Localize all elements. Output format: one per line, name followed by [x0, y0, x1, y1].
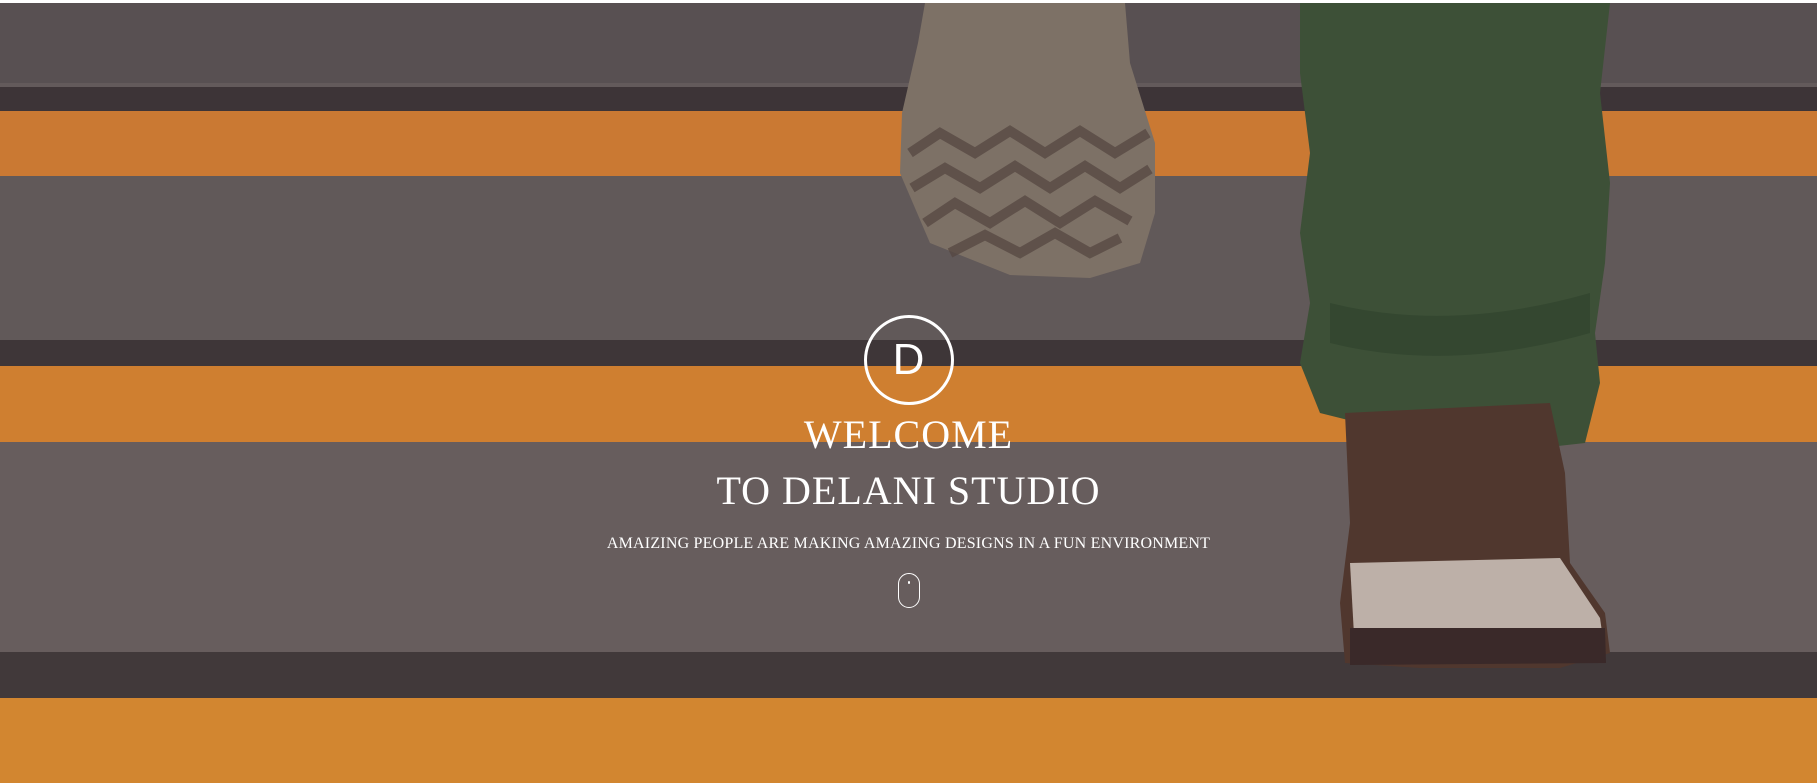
mouse-wheel-indicator — [907, 581, 910, 584]
logo-badge[interactable]: D — [863, 315, 954, 405]
hero-title-line2: TO DELANI STUDIO — [716, 468, 1101, 513]
mouse-scroll-icon[interactable] — [897, 573, 920, 608]
hero-content: D WELCOME TO DELANI STUDIO AMAIZING PEOP… — [0, 315, 1817, 608]
logo-letter: D — [892, 335, 925, 384]
hero-tagline: AMAIZING PEOPLE ARE MAKING AMAZING DESIG… — [606, 535, 1211, 552]
hero-title-line1: WELCOME — [803, 412, 1014, 457]
hero-section: D WELCOME TO DELANI STUDIO AMAIZING PEOP… — [0, 3, 1817, 783]
